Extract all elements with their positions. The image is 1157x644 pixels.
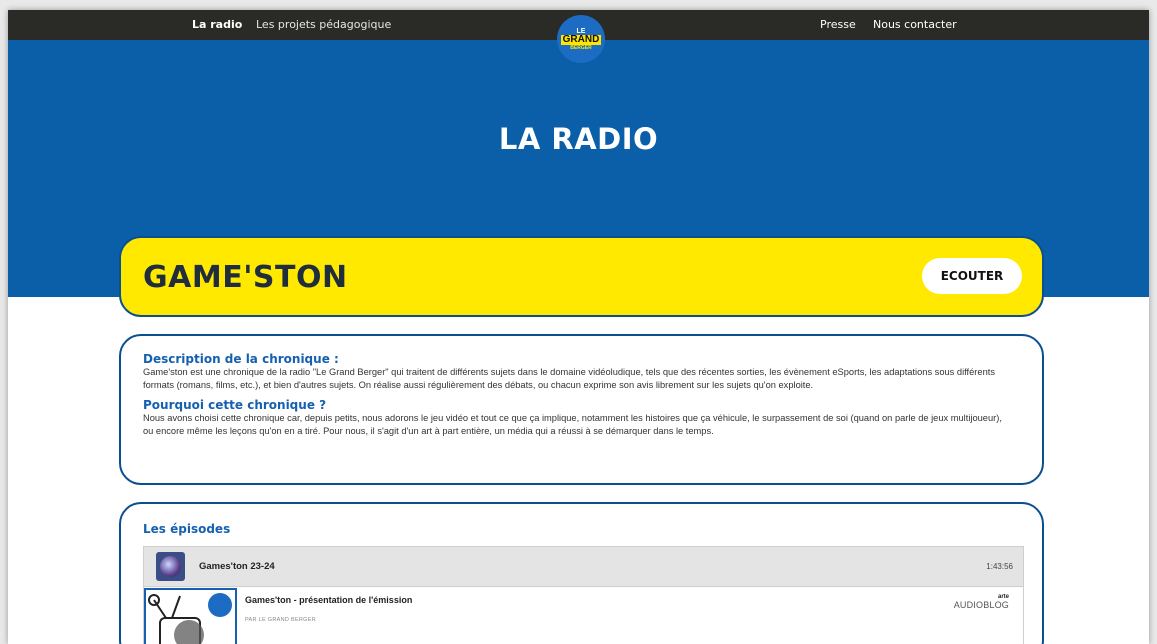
episodes-heading: Les épisodes <box>143 522 231 536</box>
playlist-cover-image <box>156 552 185 581</box>
playlist-title: Games'ton 23-24 <box>199 561 275 572</box>
audio-playlist-player: Games'ton 23-24 1:43:56 Games'ton - prés… <box>143 546 1024 644</box>
episode-row[interactable]: Games'ton - présentation de l'émission P… <box>144 588 1023 644</box>
audioblog-logo[interactable]: arte AUDIOBLOG <box>954 594 1009 610</box>
show-header-card: GAME'STON ECOUTER <box>119 236 1044 317</box>
nav-link-la-radio[interactable]: La radio <box>192 18 242 31</box>
logo-text-3: BERGER <box>570 44 592 51</box>
episode-title: Games'ton - présentation de l'émission <box>245 595 413 605</box>
description-heading: Description de la chronique : <box>143 352 339 366</box>
nav-link-projets[interactable]: Les projets pédagogique <box>256 18 391 31</box>
description-text: Game'ston est une chronique de la radio … <box>143 367 995 390</box>
playlist-duration: 1:43:56 <box>986 562 1013 571</box>
play-icon[interactable] <box>174 620 204 644</box>
episode-thumbnail <box>144 588 237 644</box>
nav-link-contact[interactable]: Nous contacter <box>873 18 957 31</box>
logo-text-2: GRAND <box>560 33 602 45</box>
playlist-header[interactable]: Games'ton 23-24 1:43:56 <box>144 547 1023 587</box>
episode-byline: PAR LE GRAND BERGER <box>245 617 317 623</box>
listen-button[interactable]: ECOUTER <box>922 258 1022 294</box>
why-text: Nous avons choisi cette chronique car, d… <box>143 413 1002 436</box>
episodes-card: Les épisodes Games'ton 23-24 1:43:56 Gam… <box>119 502 1044 644</box>
show-title: GAME'STON <box>143 260 348 295</box>
page-title: LA RADIO <box>498 122 659 156</box>
audioblog-label: AUDIOBLOG <box>953 600 1009 610</box>
why-heading: Pourquoi cette chronique ? <box>143 398 327 412</box>
nav-link-presse[interactable]: Presse <box>820 18 856 31</box>
site-logo[interactable]: LE GRAND BERGER <box>557 15 605 63</box>
description-card: Description de la chronique : Game'ston … <box>119 334 1044 485</box>
page: La radio Les projets pédagogique Presse … <box>8 10 1149 644</box>
radio-badge-icon <box>208 593 232 617</box>
